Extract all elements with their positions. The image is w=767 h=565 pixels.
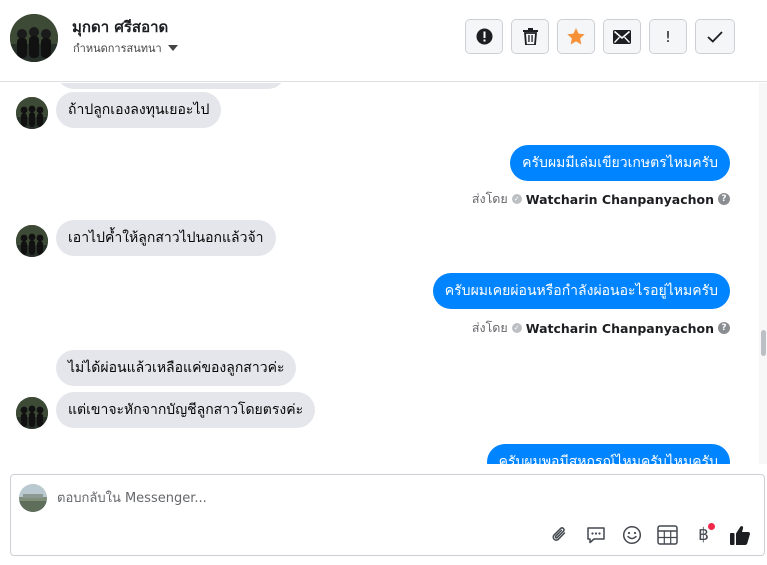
message-bubble-outgoing: ครับผมมีเล่มเขียวเกษตรไหมครับ <box>510 145 730 181</box>
checkmark-icon <box>707 30 723 43</box>
envelope-icon <box>613 29 631 44</box>
sender-name[interactable]: Watcharin Chanpanyachon <box>526 321 714 336</box>
scrollbar[interactable] <box>759 83 767 464</box>
emoji-button[interactable] <box>619 523 644 547</box>
assign-label: กำหนดการสนทนา <box>73 42 162 55</box>
help-icon[interactable]: ? <box>718 193 730 205</box>
verified-check-icon: ✓ <box>511 194 522 204</box>
spam-button[interactable] <box>465 19 503 54</box>
star-icon <box>567 28 585 45</box>
message-avatar <box>16 225 48 257</box>
sent-by-label: ส่งโดย <box>471 191 508 206</box>
contact-avatar[interactable] <box>10 14 58 62</box>
payment-button[interactable]: ฿ <box>691 523 716 547</box>
reply-composer: ฿ <box>10 474 765 556</box>
chat-bubble-icon <box>586 527 605 544</box>
appointment-button[interactable] <box>655 523 680 547</box>
saved-replies-button[interactable] <box>583 523 608 547</box>
emoji-icon <box>622 525 641 545</box>
reply-input[interactable] <box>57 487 737 509</box>
message-bubble-outgoing: ครับผมเคยผ่อนหรือกำลังผ่อนอะไรอยู่ไหมครั… <box>432 273 730 309</box>
delete-button[interactable] <box>511 19 549 54</box>
conversation-header: มุกดา ศรีสอาด กำหนดการสนทนา ! <box>0 0 767 82</box>
exclamation-icon: ! <box>664 27 671 46</box>
star-button[interactable] <box>557 19 595 54</box>
message-bubble-partial <box>56 83 286 89</box>
sent-by-label: ส่งโดย <box>471 320 508 335</box>
sender-name[interactable]: Watcharin Chanpanyachon <box>526 192 714 207</box>
verified-check-icon: ✓ <box>511 323 522 333</box>
alert-circle-icon <box>476 28 492 45</box>
message-bubble-incoming: เอาไปค้ำให้ลูกสาวไปนอกแล้วจ้า <box>56 220 276 256</box>
baht-payment-icon: ฿ <box>698 525 709 545</box>
like-button[interactable] <box>727 523 752 547</box>
notification-dot <box>708 523 715 530</box>
sent-by-line: ส่งโดย ✓ Watcharin Chanpanyachon ? <box>472 318 730 338</box>
scrollbar-thumb[interactable] <box>761 330 766 356</box>
sent-by-line: ส่งโดย ✓ Watcharin Chanpanyachon ? <box>472 189 730 209</box>
help-icon[interactable]: ? <box>718 322 730 334</box>
attach-button[interactable] <box>547 523 572 547</box>
page-avatar <box>19 484 47 512</box>
follow-up-button[interactable]: ! <box>649 19 687 54</box>
message-bubble-outgoing-partial: ครับผมพอมีสหกรณ์ไหมครับไหมครับ <box>486 444 730 464</box>
trash-icon <box>522 28 538 45</box>
message-avatar <box>16 397 48 429</box>
thumbs-up-icon <box>729 526 750 545</box>
mark-done-button[interactable] <box>695 19 735 54</box>
message-bubble-incoming: ไม่ได้ผ่อนแล้วเหลือแค่ของลูกสาวค่ะ <box>56 350 297 386</box>
paperclip-icon <box>551 527 565 541</box>
caret-down-icon <box>167 45 178 51</box>
conversation-toolbar: ! <box>465 19 735 54</box>
message-thread[interactable]: ถ้าปลูกเองลงทุนเยอะไป ครับผมมีเล่มเขียวเ… <box>0 83 767 464</box>
calendar-table-icon <box>657 525 678 545</box>
message-bubble-incoming: ถ้าปลูกเองลงทุนเยอะไป <box>56 92 222 128</box>
composer-toolbar: ฿ <box>547 523 752 547</box>
message-bubble-incoming: แต่เขาจะหักจากบัญชีลูกสาวโดยตรงค่ะ <box>56 392 316 428</box>
message-avatar <box>16 97 48 129</box>
mark-unread-button[interactable] <box>603 19 641 54</box>
contact-name[interactable]: มุกดา ศรีสอาด <box>72 15 168 39</box>
assign-conversation-dropdown[interactable]: กำหนดการสนทนา <box>73 39 178 57</box>
